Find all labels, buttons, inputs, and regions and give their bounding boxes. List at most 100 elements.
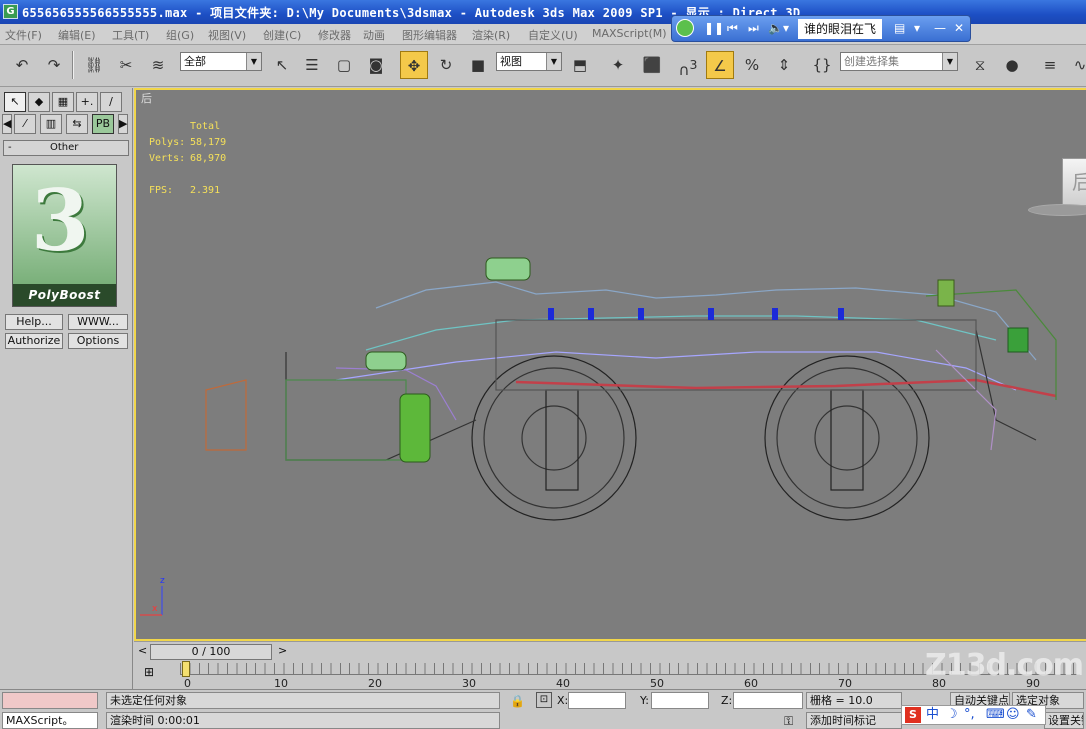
select-move-icon[interactable]: ✥ [400, 51, 428, 79]
moon-icon[interactable]: ☽ [946, 706, 958, 724]
minimize-icon[interactable]: ▾ [914, 21, 920, 35]
mirror-icon[interactable]: ⧖ [966, 51, 994, 79]
chevron-right-icon[interactable]: ▶ [118, 114, 128, 134]
menu-edit[interactable]: 编辑(E) [58, 27, 96, 43]
select-manipulate-icon[interactable]: ✦ [604, 51, 632, 79]
menu-customize[interactable]: 自定义(U) [528, 27, 578, 43]
front-suspension [335, 367, 457, 421]
snap-toggle-icon[interactable]: ∩3 [674, 51, 702, 79]
redo-icon[interactable]: ↷ [40, 51, 68, 79]
keyboard-icon[interactable]: ⌨ [986, 706, 1005, 724]
grid-size: 栅格 = 10.0 [806, 692, 902, 709]
roll-cage [375, 281, 1037, 361]
add-time-tag[interactable]: 添加时间标记 [806, 712, 902, 729]
ime-language[interactable]: 中 [926, 706, 939, 724]
display-tab-icon[interactable]: ∕ [100, 92, 122, 112]
polyboost-logo: 3 PolyBoost [12, 164, 117, 307]
volume-icon[interactable]: 🔈▾ [768, 21, 789, 35]
authorize-button[interactable]: Authorize [5, 333, 63, 349]
chevron-down-icon[interactable]: ▼ [546, 53, 561, 70]
menu-maxscript[interactable]: MAXScript(M) [592, 27, 667, 40]
selection-filter-value: 全部 [184, 55, 206, 68]
punctuation-icon[interactable]: °, [964, 706, 975, 724]
vehicle-wireframe-model[interactable] [136, 90, 1086, 641]
clamp [638, 308, 644, 320]
bind-space-warp-icon[interactable]: ≋ [144, 51, 172, 79]
sogou-icon[interactable]: S [905, 707, 921, 723]
set-key-button[interactable]: 设置关键点 [1044, 712, 1084, 729]
rollout-header[interactable]: - Other [3, 140, 129, 156]
layer-manager-icon[interactable]: ≡ [1036, 51, 1064, 79]
utility-tab-icon[interactable]: ⁄ [14, 114, 36, 134]
menu-graph-editors[interactable]: 图形编辑器 [402, 27, 457, 43]
edit-named-selection-icon[interactable]: {} [808, 51, 836, 79]
maxscript-listener[interactable]: MAXScript。 [2, 712, 98, 729]
select-scale-icon[interactable]: ■ [464, 51, 492, 79]
media-player-widget[interactable]: ❚❚ ⏮ ⏭ 🔈▾ 谁的眼泪在飞 ▤ ▾ — ✕ [671, 15, 971, 42]
turbo [365, 351, 407, 371]
current-frame-marker[interactable] [182, 661, 190, 677]
chevron-down-icon[interactable]: ▼ [246, 53, 261, 70]
wheel-rear-inner [776, 367, 918, 509]
select-link-icon[interactable]: ⛓ [80, 51, 108, 79]
create-tab-icon[interactable]: ↖ [4, 92, 26, 112]
reference-coord-dropdown[interactable]: 视图 ▼ [496, 52, 562, 71]
menu-animation[interactable]: 动画 [363, 27, 385, 43]
minimize-icon[interactable]: — [934, 21, 946, 35]
chevron-down-icon[interactable]: ▼ [942, 53, 957, 70]
menu-tools[interactable]: 工具(T) [112, 27, 149, 43]
maxscript-listener-top[interactable] [2, 692, 98, 709]
menu-icon[interactable]: ▤ [894, 21, 905, 35]
select-object-icon[interactable]: ↖ [268, 51, 296, 79]
angle-snap-icon[interactable]: ∠ [706, 51, 734, 79]
options-button[interactable]: Options [68, 333, 128, 349]
prev-icon[interactable]: ⏮ [727, 21, 738, 36]
motion-tab-icon[interactable]: +. [76, 92, 98, 112]
y-coordinate-input[interactable] [651, 692, 709, 709]
back-viewport[interactable]: 后 Total Polys: 58,179 Verts: 68,970 FPS:… [134, 88, 1086, 641]
lock-icon[interactable]: 🔒 [510, 694, 525, 708]
menu-modifiers[interactable]: 修改器 [318, 27, 351, 43]
modify-tab-icon[interactable]: ◆ [28, 92, 50, 112]
menu-group[interactable]: 组(G) [166, 27, 194, 43]
film-tab-icon[interactable]: ▥ [40, 114, 62, 134]
select-rotate-icon[interactable]: ↻ [432, 51, 460, 79]
tools-icon[interactable]: ✎ [1026, 706, 1037, 724]
undo-icon[interactable]: ↶ [8, 51, 36, 79]
percent-snap-icon[interactable]: % [738, 51, 766, 79]
user-icon[interactable]: ☺ [1006, 706, 1020, 724]
menu-view[interactable]: 视图(V) [208, 27, 246, 43]
ime-toolbar[interactable]: S 中 ☽ °, ⌨ ☺ ✎ [901, 705, 1046, 725]
spinner-snap-icon[interactable]: ⇕ [770, 51, 798, 79]
hierarchy-tab-icon[interactable]: ▦ [52, 92, 74, 112]
align-icon[interactable]: ● [998, 51, 1026, 79]
chevron-left-icon[interactable]: ◀ [2, 114, 12, 134]
x-coordinate-input[interactable] [568, 692, 626, 709]
transform-tab-icon[interactable]: ⇆ [66, 114, 88, 134]
www-button[interactable]: WWW... [68, 314, 128, 330]
next-icon[interactable]: ⏭ [748, 21, 759, 36]
close-icon[interactable]: ✕ [954, 21, 964, 35]
pivot-center-icon[interactable]: ⬒ [566, 51, 594, 79]
mini-curve-editor-icon[interactable]: ⊞ [144, 665, 162, 681]
unlink-icon[interactable]: ✂ [112, 51, 140, 79]
polyboost-tab-icon[interactable]: PB [92, 114, 114, 134]
chevron-right-icon[interactable]: > [278, 644, 287, 657]
z-coordinate-input[interactable] [733, 692, 803, 709]
rectangle-selection-icon[interactable]: ▢ [330, 51, 358, 79]
selection-filter-dropdown[interactable]: 全部 ▼ [180, 52, 262, 71]
keyboard-shortcut-override-icon[interactable]: ⬛ [638, 51, 666, 79]
help-button[interactable]: Help... [5, 314, 63, 330]
window-crossing-icon[interactable]: ◙ [362, 51, 390, 79]
absolute-mode-icon[interactable]: ⊡ [536, 692, 552, 708]
named-selection-sets-dropdown[interactable]: 创建选择集 ▼ [840, 52, 958, 71]
time-slider[interactable]: 0 / 100 [150, 644, 272, 660]
menu-create[interactable]: 创建(C) [263, 27, 301, 43]
select-by-name-icon[interactable]: ☰ [298, 51, 326, 79]
chevron-left-icon[interactable]: < [138, 644, 147, 657]
menu-rendering[interactable]: 渲染(R) [472, 27, 510, 43]
app-icon[interactable]: G [3, 4, 18, 19]
menu-file[interactable]: 文件(F) [5, 27, 42, 43]
pause-icon[interactable]: ❚❚ [704, 21, 724, 35]
curve-editor-icon[interactable]: ∿ [1066, 51, 1086, 79]
